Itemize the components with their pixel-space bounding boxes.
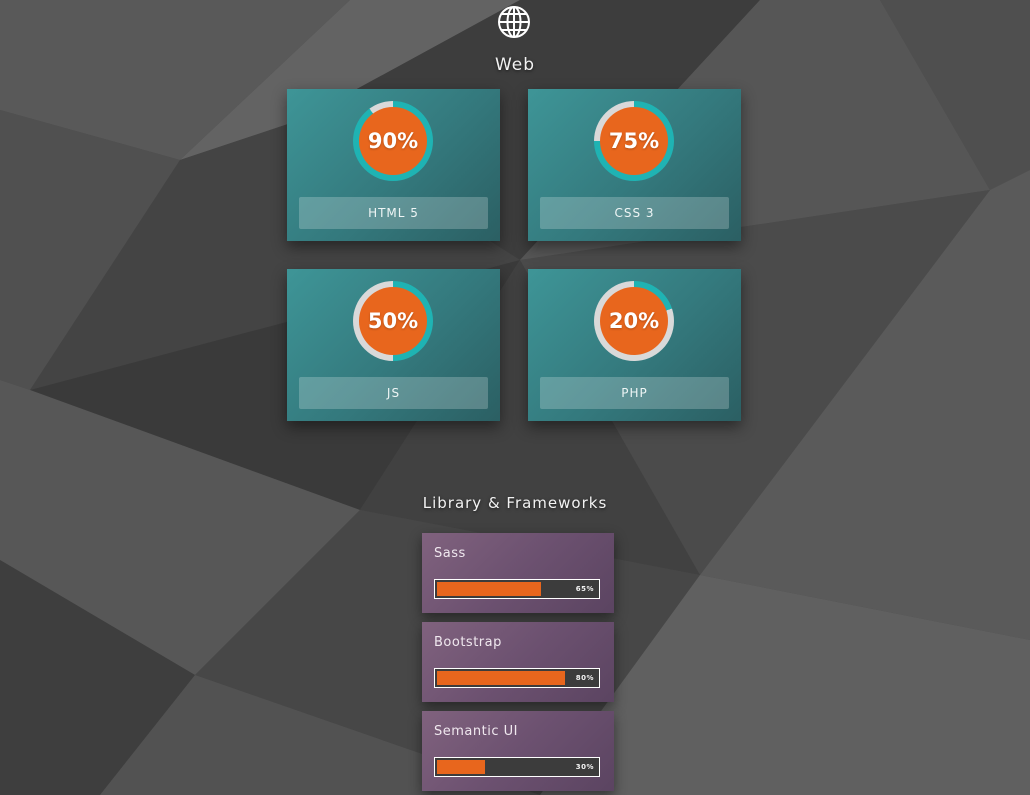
percent-value: 20%: [600, 287, 668, 355]
library-name: Bootstrap: [434, 635, 502, 650]
progress-ring: 50%: [353, 281, 433, 361]
progress-percent: 65%: [575, 585, 594, 593]
progress-bar-fill: [437, 760, 485, 774]
globe-icon: [498, 6, 530, 38]
progress-bar-fill: [437, 671, 565, 685]
percent-value: 90%: [359, 107, 427, 175]
progress-percent: 30%: [575, 763, 594, 771]
library-name: Sass: [434, 546, 466, 561]
skill-card-php: 20% PHP: [528, 269, 741, 421]
progress-bar: 30%: [434, 757, 600, 777]
library-card-sass: Sass 65%: [422, 533, 614, 613]
progress-percent: 80%: [575, 674, 594, 682]
progress-bar: 65%: [434, 579, 600, 599]
library-name: Semantic UI: [434, 724, 518, 739]
web-section-title: Web: [494, 55, 536, 75]
skill-card-html5: 90% HTML 5: [287, 89, 500, 241]
progress-ring: 20%: [594, 281, 674, 361]
progress-bar: 80%: [434, 668, 600, 688]
skill-name: CSS 3: [540, 197, 729, 229]
skill-name: PHP: [540, 377, 729, 409]
progress-ring: 75%: [594, 101, 674, 181]
library-section-title: Library & Frameworks: [422, 494, 608, 512]
percent-value: 75%: [600, 107, 668, 175]
skill-name: JS: [299, 377, 488, 409]
skill-name: HTML 5: [299, 197, 488, 229]
library-card-bootstrap: Bootstrap 80%: [422, 622, 614, 702]
progress-bar-fill: [437, 582, 541, 596]
library-card-semantic-ui: Semantic UI 30%: [422, 711, 614, 791]
skill-card-css3: 75% CSS 3: [528, 89, 741, 241]
progress-ring: 90%: [353, 101, 433, 181]
percent-value: 50%: [359, 287, 427, 355]
skill-card-js: 50% JS: [287, 269, 500, 421]
